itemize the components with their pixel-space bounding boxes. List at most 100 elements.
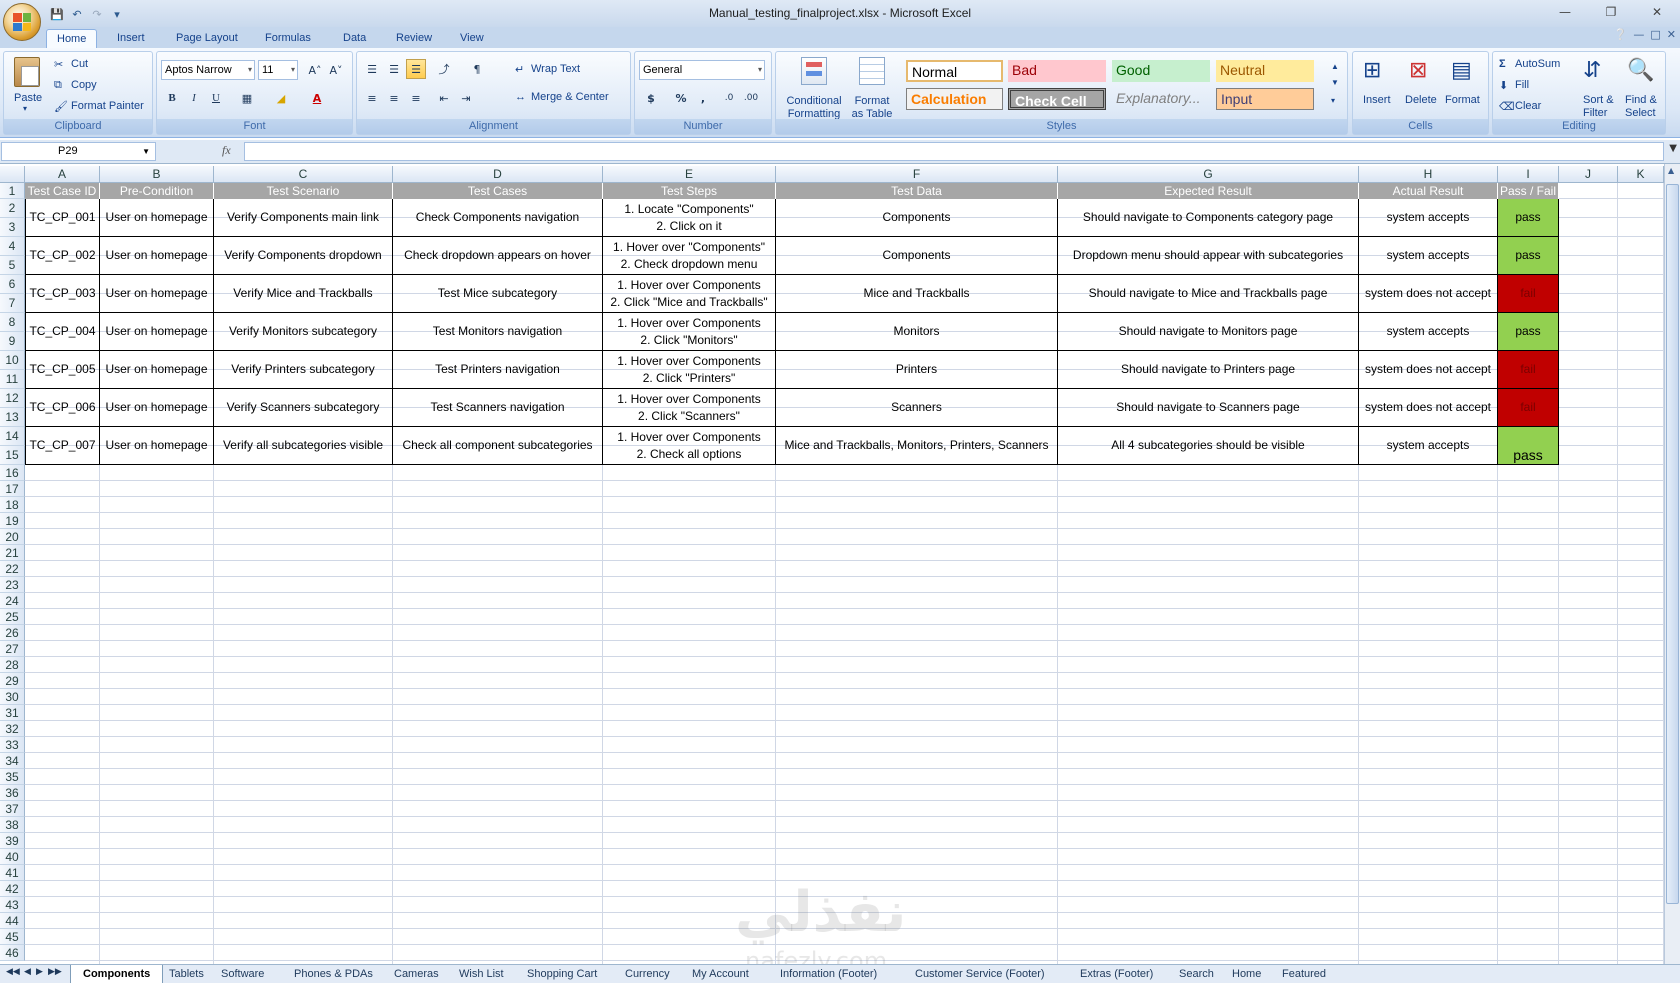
- style-bad[interactable]: Bad: [1008, 60, 1106, 82]
- sheet-tab[interactable]: Tablets: [157, 965, 216, 983]
- row-header[interactable]: 33: [0, 737, 25, 753]
- row-header[interactable]: 32: [0, 721, 25, 737]
- header-cell[interactable]: Pass / Fail: [1498, 183, 1559, 199]
- clear-button[interactable]: Clear: [1515, 100, 1541, 112]
- sort-filter-icon[interactable]: ⇵: [1583, 57, 1601, 83]
- text-direction-icon[interactable]: ¶: [467, 59, 487, 79]
- fill-color-icon[interactable]: ◢: [271, 88, 291, 108]
- table-cell[interactable]: User on homepage: [100, 275, 214, 313]
- align-left-icon[interactable]: ≡: [362, 88, 382, 108]
- table-cell[interactable]: Dropdown menu should appear with subcate…: [1058, 237, 1359, 275]
- row-header[interactable]: 6: [0, 275, 25, 294]
- last-sheet-icon[interactable]: ▶▶: [48, 967, 62, 977]
- row-header[interactable]: 21: [0, 545, 25, 561]
- find-select-label-1[interactable]: Find &: [1625, 94, 1657, 106]
- font-color-button[interactable]: A: [307, 88, 327, 108]
- sheet-tab[interactable]: Cameras: [382, 965, 451, 983]
- table-cell[interactable]: Verify Components main link: [214, 199, 393, 237]
- row-header[interactable]: 25: [0, 609, 25, 625]
- table-cell[interactable]: system does not accept: [1359, 275, 1498, 313]
- sheet-tab[interactable]: Information (Footer): [768, 965, 889, 983]
- row-header[interactable]: 29: [0, 673, 25, 689]
- row-header[interactable]: 5: [0, 256, 25, 275]
- help-icon[interactable]: ❔: [1614, 28, 1628, 41]
- header-cell[interactable]: Actual Result: [1359, 183, 1498, 199]
- table-cell[interactable]: TC_CP_002: [25, 237, 100, 275]
- row-header[interactable]: 38: [0, 817, 25, 833]
- table-cell[interactable]: Test Scanners navigation: [393, 389, 603, 427]
- status-cell[interactable]: pass: [1498, 199, 1559, 237]
- status-cell[interactable]: fail: [1498, 389, 1559, 427]
- row-header[interactable]: 11: [0, 370, 25, 389]
- tab-review[interactable]: Review: [386, 29, 442, 48]
- percent-button[interactable]: %: [671, 88, 691, 108]
- sheet-tab[interactable]: Components: [70, 965, 164, 983]
- table-cell[interactable]: Components: [776, 199, 1058, 237]
- sheet-tab[interactable]: Customer Service (Footer): [903, 965, 1057, 983]
- test-steps-cell[interactable]: 1. Hover over Components 2. Click "Mice a…: [603, 275, 776, 313]
- table-cell[interactable]: All 4 subcategories should be visible: [1058, 427, 1359, 465]
- row-header[interactable]: 43: [0, 897, 25, 913]
- tab-home[interactable]: Home: [46, 29, 98, 49]
- expand-formula-icon[interactable]: ▼: [1669, 143, 1677, 154]
- delete-cells-icon[interactable]: ⊠: [1409, 57, 1427, 83]
- status-cell[interactable]: fail: [1498, 351, 1559, 389]
- decrease-indent-icon[interactable]: ⇤: [434, 88, 454, 108]
- restore-button[interactable]: ❐: [1588, 0, 1634, 24]
- sheet-tab[interactable]: Currency: [613, 965, 682, 983]
- table-cell[interactable]: system does not accept: [1359, 351, 1498, 389]
- row-header[interactable]: 19: [0, 513, 25, 529]
- row-header[interactable]: 2: [0, 199, 25, 218]
- test-steps-cell[interactable]: 1. Locate "Components" 2. Click on it: [603, 199, 776, 237]
- test-steps-cell[interactable]: 1. Hover over "Components" 2. Check dropd…: [603, 237, 776, 275]
- style-normal[interactable]: Normal: [906, 60, 1003, 82]
- prev-sheet-icon[interactable]: ◀: [24, 967, 31, 977]
- row-header[interactable]: 20: [0, 529, 25, 545]
- align-center-icon[interactable]: ≡: [384, 88, 404, 108]
- styles-more-icon[interactable]: ▾: [1331, 96, 1335, 105]
- style-check-cell[interactable]: Check Cell: [1008, 88, 1106, 110]
- italic-button[interactable]: I: [184, 88, 204, 108]
- table-cell[interactable]: Check Components navigation: [393, 199, 603, 237]
- sheet-tab[interactable]: Home: [1220, 965, 1273, 983]
- row-header[interactable]: 17: [0, 481, 25, 497]
- table-cell[interactable]: Verify Mice and Trackballs: [214, 275, 393, 313]
- autosum-button[interactable]: AutoSum: [1515, 58, 1560, 70]
- sheet-tab[interactable]: Search: [1167, 965, 1226, 983]
- table-cell[interactable]: Test Monitors navigation: [393, 313, 603, 351]
- test-steps-cell[interactable]: 1. Hover over Components 2. Click "Printe…: [603, 351, 776, 389]
- row-header[interactable]: 45: [0, 929, 25, 945]
- row-header[interactable]: 35: [0, 769, 25, 785]
- ribbon-close-icon[interactable]: ✕: [1667, 28, 1676, 41]
- column-header-k[interactable]: K: [1618, 166, 1664, 183]
- increase-indent-icon[interactable]: ⇥: [456, 88, 476, 108]
- row-header[interactable]: 37: [0, 801, 25, 817]
- column-header-f[interactable]: F: [776, 166, 1058, 183]
- column-header-e[interactable]: E: [603, 166, 776, 183]
- paste-button[interactable]: Paste: [14, 92, 42, 104]
- column-header-j[interactable]: J: [1559, 166, 1618, 183]
- header-cell[interactable]: Test Data: [776, 183, 1058, 199]
- conditional-formatting-label-1[interactable]: Conditional: [782, 95, 846, 107]
- row-header[interactable]: 9: [0, 332, 25, 351]
- name-box[interactable]: P29 ▼: [1, 142, 156, 161]
- format-as-table-icon[interactable]: [859, 57, 885, 85]
- table-cell[interactable]: TC_CP_005: [25, 351, 100, 389]
- table-cell[interactable]: Verify Components dropdown: [214, 237, 393, 275]
- number-format-select[interactable]: General ▾: [639, 60, 765, 80]
- row-header[interactable]: 14: [0, 427, 25, 446]
- tab-insert[interactable]: Insert: [107, 29, 155, 48]
- currency-button[interactable]: $: [641, 88, 661, 108]
- table-cell[interactable]: Verify Monitors subcategory: [214, 313, 393, 351]
- decrease-decimal-button[interactable]: .00: [741, 88, 761, 108]
- status-cell[interactable]: pass: [1498, 427, 1559, 465]
- table-cell[interactable]: system accepts: [1359, 237, 1498, 275]
- table-cell[interactable]: User on homepage: [100, 427, 214, 465]
- conditional-formatting-icon[interactable]: [801, 57, 827, 85]
- sheet-tab[interactable]: Extras (Footer): [1068, 965, 1165, 983]
- table-cell[interactable]: Scanners: [776, 389, 1058, 427]
- formula-input[interactable]: [244, 142, 1664, 161]
- test-steps-cell[interactable]: 1. Hover over Components 2. Check all opt…: [603, 427, 776, 465]
- first-sheet-icon[interactable]: ◀◀: [6, 967, 20, 977]
- format-cells-icon[interactable]: ▤: [1451, 57, 1472, 83]
